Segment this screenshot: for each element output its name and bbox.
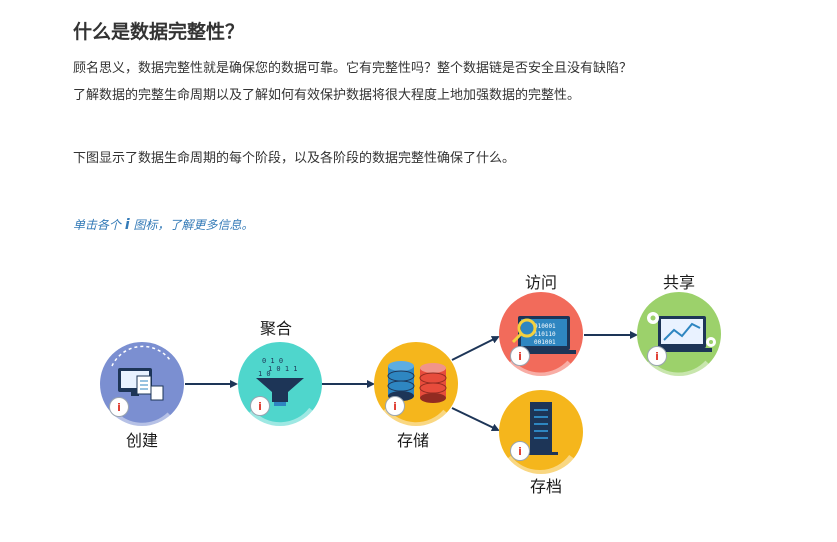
data-lifecycle-diagram: i 创建 0 1 0 1 0 1 1 1 0 i 聚合 i 存储 010001 …	[100, 273, 721, 496]
info-button-create[interactable]: i	[109, 397, 129, 417]
hint-prefix: 单击各个	[73, 218, 125, 232]
svg-text:0 1 0: 0 1 0	[262, 357, 283, 365]
stage-store-label: 存储	[397, 431, 429, 450]
info-button-share[interactable]: i	[647, 346, 667, 366]
info-icon: i	[518, 350, 522, 363]
svg-text:001001: 001001	[534, 339, 556, 346]
diagram-description: 下图显示了数据生命周期的每个阶段，以及各阶段的数据完整性确保了什么。	[73, 151, 516, 166]
svg-text:1 0 1 1: 1 0 1 1	[268, 365, 298, 373]
info-button-aggregate[interactable]: i	[250, 396, 270, 416]
stage-aggregate: 0 1 0 1 0 1 1 1 0 i 聚合	[238, 319, 322, 430]
info-icon: i	[258, 400, 262, 413]
info-icon: i	[518, 445, 522, 458]
intro-paragraph-line-1: 顾名思义，数据完整性就是确保您的数据可靠。它有完整性吗？整个数据链是否安全且没有…	[73, 61, 633, 76]
stage-share-label: 共享	[663, 273, 695, 292]
svg-text:110110: 110110	[534, 331, 556, 338]
info-button-store[interactable]: i	[385, 396, 405, 416]
stage-access-label: 访问	[525, 273, 557, 292]
stage-archive-label: 存档	[530, 477, 562, 496]
stage-access: 010001 110110 001001 i 访问	[499, 273, 583, 380]
info-button-archive[interactable]: i	[510, 441, 530, 461]
info-button-access[interactable]: i	[510, 346, 530, 366]
info-icon: i	[117, 401, 121, 414]
stage-create-label: 创建	[126, 431, 158, 450]
stage-store: i 存储	[374, 342, 458, 450]
page-title: 什么是数据完整性？	[73, 21, 245, 43]
click-hint: 单击各个 i 图标，了解更多信息。	[73, 214, 253, 236]
svg-text:1 0: 1 0	[258, 370, 271, 378]
stage-share: i 共享	[637, 273, 721, 380]
arrow-store-to-archive	[451, 407, 500, 432]
stage-create: i 创建	[100, 342, 184, 450]
info-icon: i	[655, 350, 659, 363]
intro-paragraph-line-2: 了解数据的完整生命周期以及了解如何有效保护数据将很大程度上地加强数据的完整性。	[73, 88, 581, 103]
svg-text:010001: 010001	[534, 323, 556, 330]
hint-suffix: 图标，了解更多信息。	[129, 218, 254, 232]
stage-aggregate-label: 聚合	[260, 319, 292, 338]
stage-archive: i 存档	[499, 390, 583, 496]
arrow-store-to-access	[451, 336, 500, 361]
info-icon: i	[393, 400, 397, 413]
